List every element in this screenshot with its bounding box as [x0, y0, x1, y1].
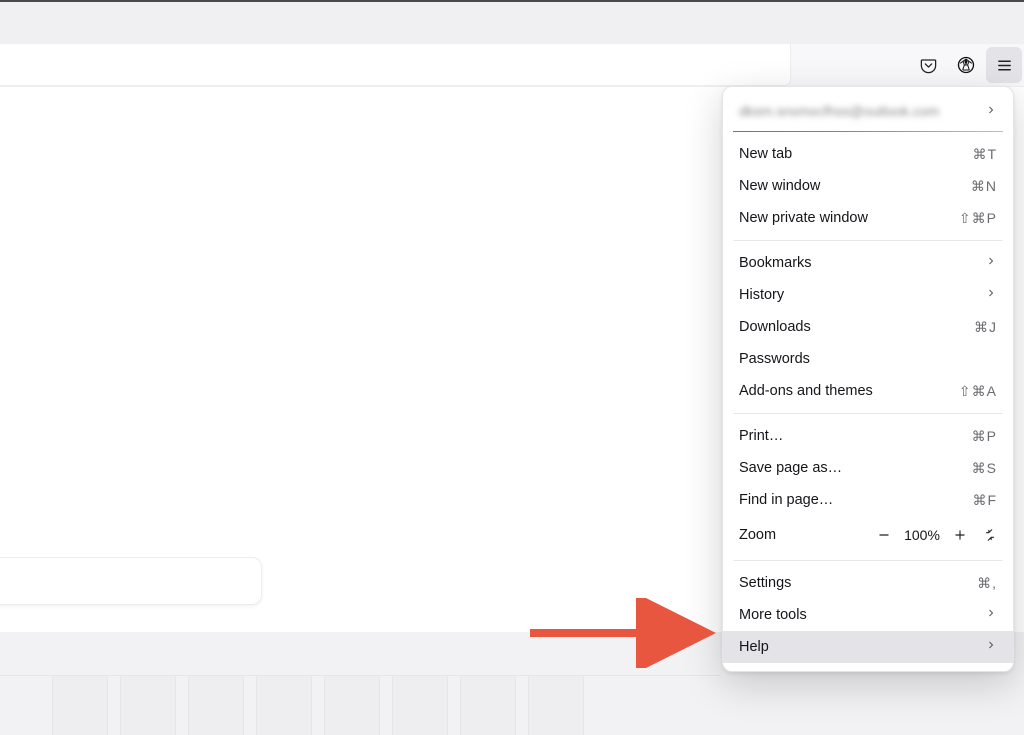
browser-window: dksm.snxmxcfhss@outlook.com New tab ⌘T N…	[0, 0, 1024, 735]
hamburger-menu-button[interactable]	[986, 47, 1022, 83]
label: Find in page…	[739, 492, 833, 508]
account-email: dksm.snxmxcfhss@outlook.com	[739, 103, 939, 119]
chevron-right-icon	[985, 255, 997, 271]
chevron-right-icon	[985, 103, 997, 119]
label: Downloads	[739, 319, 811, 335]
shortcut: ⌘S	[972, 460, 997, 477]
zoom-value: 100%	[901, 527, 943, 543]
label: Passwords	[739, 351, 810, 367]
label: New tab	[739, 146, 792, 162]
window-title-bar	[0, 4, 1024, 44]
menu-item-new-window[interactable]: New window ⌘N	[723, 170, 1013, 202]
label: More tools	[739, 607, 807, 623]
menu-item-settings[interactable]: Settings ⌘,	[723, 567, 1013, 599]
label: Zoom	[739, 527, 776, 543]
account-button[interactable]	[948, 47, 984, 83]
label: Save page as…	[739, 460, 842, 476]
shortcut: ⌘J	[974, 319, 997, 336]
shortcut: ⌘T	[972, 146, 997, 163]
application-menu: dksm.snxmxcfhss@outlook.com New tab ⌘T N…	[722, 86, 1014, 672]
menu-item-addons[interactable]: Add-ons and themes ⇧⌘A	[723, 375, 1013, 407]
menu-separator	[733, 240, 1003, 241]
label: Bookmarks	[739, 255, 812, 271]
fullscreen-button[interactable]	[977, 522, 1003, 548]
soccer-ball-icon	[956, 55, 976, 75]
label: Settings	[739, 575, 791, 591]
menu-item-history[interactable]: History	[723, 279, 1013, 311]
menu-separator	[733, 560, 1003, 561]
floating-card	[0, 557, 262, 605]
label: Print…	[739, 428, 783, 444]
address-bar-region[interactable]	[0, 44, 791, 86]
zoom-in-button[interactable]	[947, 522, 973, 548]
shortcut: ⌘F	[972, 492, 997, 509]
shortcut: ⇧⌘A	[959, 383, 997, 400]
menu-item-help[interactable]: Help	[723, 631, 1013, 663]
label: Add-ons and themes	[739, 383, 873, 399]
chevron-right-icon	[985, 639, 997, 655]
label: Help	[739, 639, 769, 655]
menu-separator	[733, 413, 1003, 414]
pocket-button[interactable]	[910, 47, 946, 83]
menu-item-bookmarks[interactable]: Bookmarks	[723, 247, 1013, 279]
menu-item-find-in-page[interactable]: Find in page… ⌘F	[723, 484, 1013, 516]
menu-item-more-tools[interactable]: More tools	[723, 599, 1013, 631]
menu-item-downloads[interactable]: Downloads ⌘J	[723, 311, 1013, 343]
shortcut: ⇧⌘P	[959, 210, 997, 227]
menu-item-account[interactable]: dksm.snxmxcfhss@outlook.com	[723, 91, 1013, 131]
menu-item-save-page-as[interactable]: Save page as… ⌘S	[723, 452, 1013, 484]
minus-icon	[877, 528, 891, 542]
shortcut: ⌘P	[972, 428, 997, 445]
label: New private window	[739, 210, 868, 226]
menu-item-zoom: Zoom 100%	[723, 516, 1013, 554]
label: History	[739, 287, 784, 303]
plus-icon	[953, 528, 967, 542]
shortcut: ⌘N	[971, 178, 997, 195]
shortcut: ⌘,	[977, 575, 997, 592]
menu-item-print[interactable]: Print… ⌘P	[723, 420, 1013, 452]
chevron-right-icon	[985, 287, 997, 303]
fullscreen-icon	[983, 528, 997, 542]
browser-toolbar	[0, 44, 1024, 87]
chevron-right-icon	[985, 607, 997, 623]
zoom-out-button[interactable]	[871, 522, 897, 548]
hamburger-icon	[996, 57, 1013, 74]
label: New window	[739, 178, 820, 194]
account-separator	[733, 131, 1003, 132]
menu-item-passwords[interactable]: Passwords	[723, 343, 1013, 375]
menu-item-new-tab[interactable]: New tab ⌘T	[723, 138, 1013, 170]
menu-item-new-private-window[interactable]: New private window ⇧⌘P	[723, 202, 1013, 234]
pocket-icon	[919, 56, 938, 75]
toolbar-icons	[910, 44, 1024, 86]
